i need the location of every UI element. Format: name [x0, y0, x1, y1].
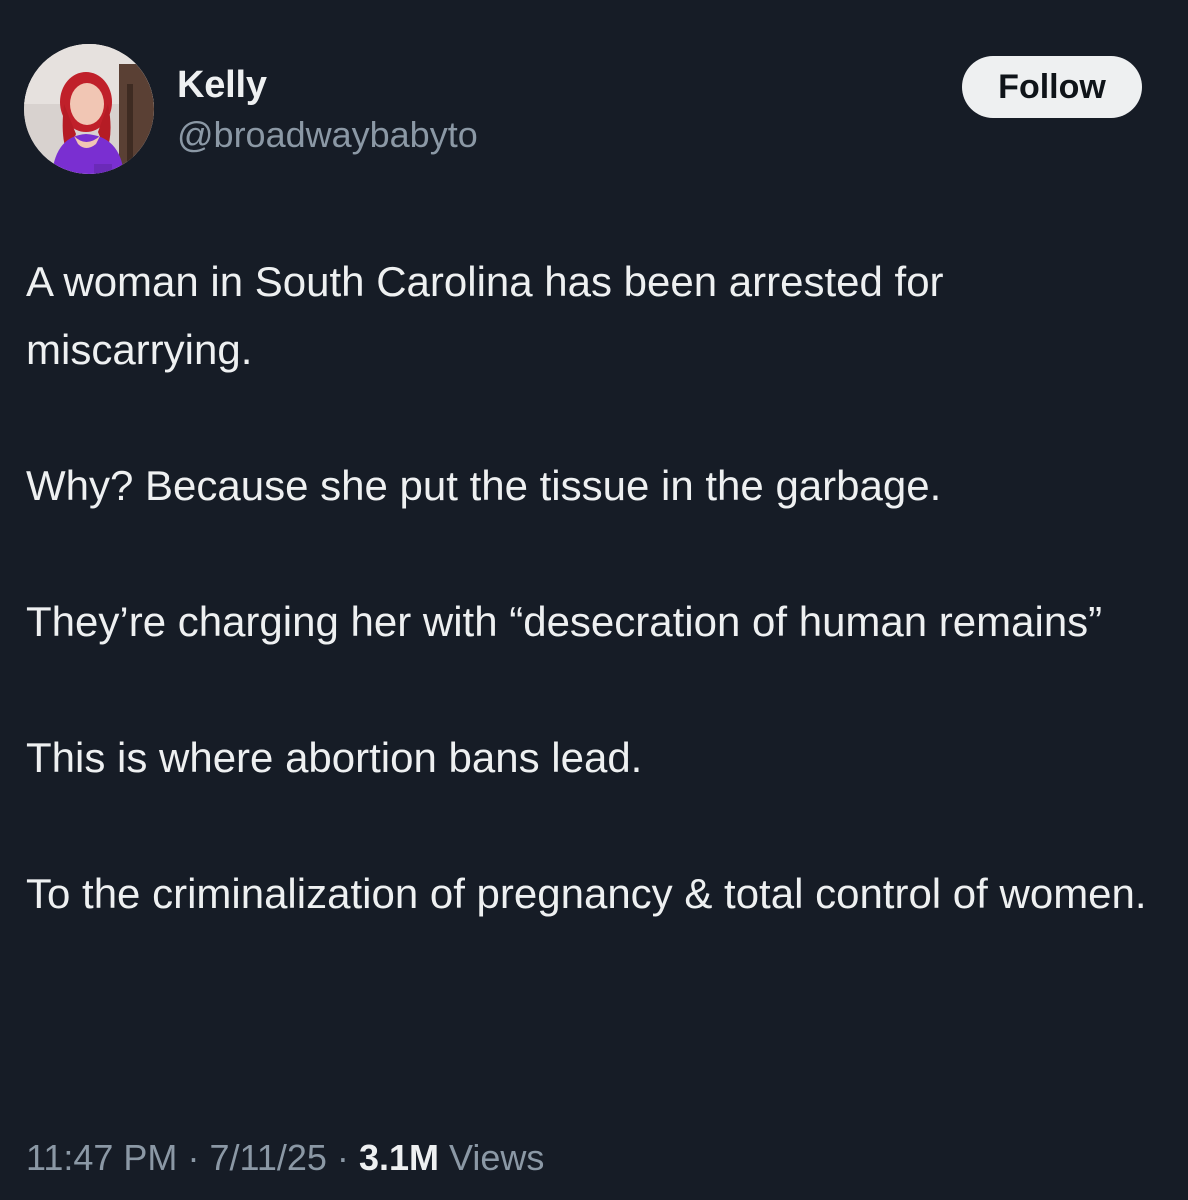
- tweet-paragraph: To the criminalization of pregnancy & to…: [26, 870, 1147, 917]
- tweet-paragraph: They’re charging her with “desecration o…: [26, 598, 1103, 645]
- views-count[interactable]: 3.1M: [359, 1137, 439, 1178]
- meta-separator: ·: [187, 1137, 200, 1178]
- tweet-meta: 11:47 PM · 7/11/25 · 3.1M Views: [26, 1132, 544, 1184]
- meta-separator: ·: [336, 1137, 349, 1178]
- avatar[interactable]: [24, 44, 154, 174]
- tweet-text: A woman in South Carolina has been arres…: [26, 248, 1156, 928]
- tweet-paragraph: A woman in South Carolina has been arres…: [26, 258, 944, 373]
- tweet-time[interactable]: 11:47 PM: [26, 1137, 177, 1178]
- tweet-date[interactable]: 7/11/25: [209, 1137, 326, 1178]
- tweet-header: Kelly @broadwaybabyto Follow: [24, 44, 1142, 180]
- author-names: Kelly @broadwaybabyto: [177, 62, 478, 158]
- user-handle[interactable]: @broadwaybabyto: [177, 112, 478, 158]
- tweet-paragraph: This is where abortion bans lead.: [26, 734, 643, 781]
- tweet-paragraph: Why? Because she put the tissue in the g…: [26, 462, 942, 509]
- follow-button[interactable]: Follow: [962, 56, 1142, 118]
- tweet: Kelly @broadwaybabyto Follow A woman in …: [0, 0, 1188, 1200]
- display-name[interactable]: Kelly: [177, 62, 478, 108]
- views-label[interactable]: Views: [449, 1137, 544, 1178]
